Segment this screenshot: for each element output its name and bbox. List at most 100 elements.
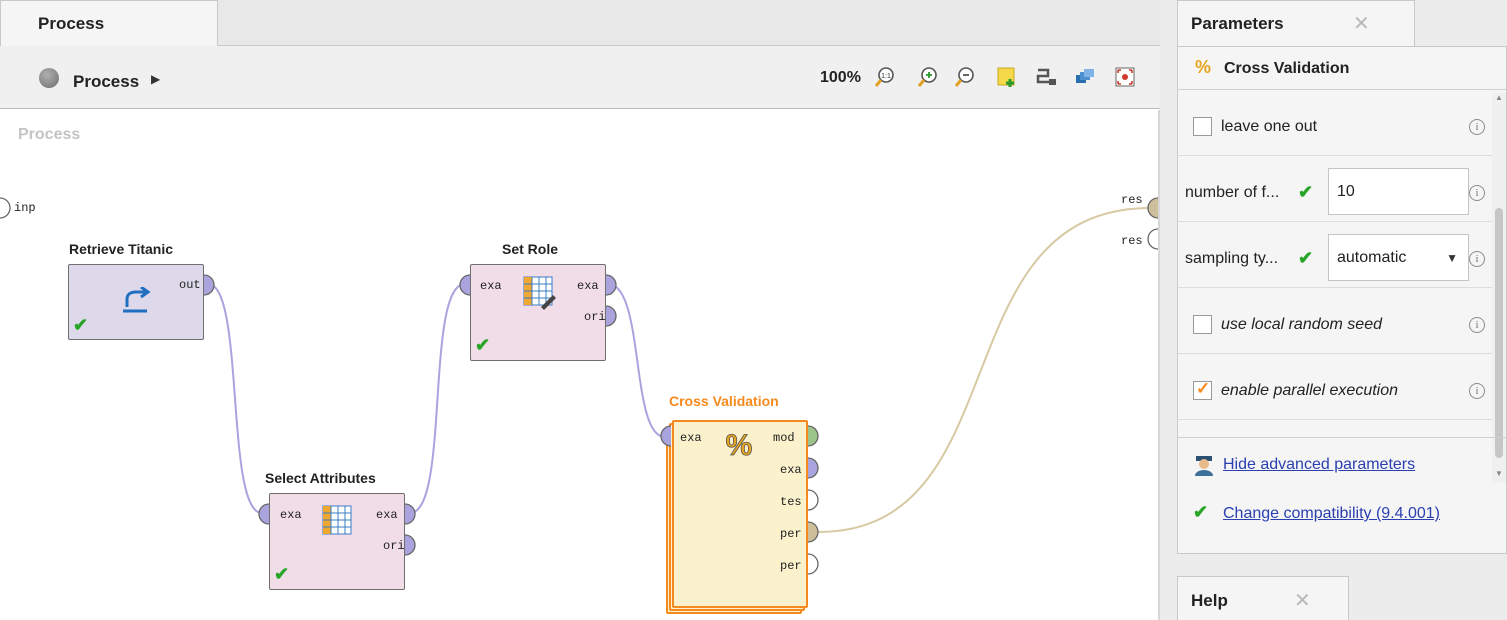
dropdown-arrow-icon: ▼: [1446, 251, 1458, 265]
change-compatibility-link[interactable]: Change compatibility (9.4.001): [1223, 505, 1440, 523]
info-icon[interactable]: i: [1469, 383, 1485, 399]
parameters-divider: [1178, 437, 1506, 438]
retrieve-icon: [123, 287, 151, 313]
operator-retrieve-titanic[interactable]: out ✔: [68, 264, 204, 340]
info-icon[interactable]: i: [1469, 119, 1485, 135]
breadcrumb-process[interactable]: Process: [73, 72, 139, 92]
parameters-panel: Parameters ✕ % Cross Validation leave on…: [1160, 0, 1507, 620]
process-output-label-2: res: [1121, 234, 1143, 248]
op-select-title: Select Attributes: [265, 470, 376, 486]
op-cv-port-out-1: mod: [773, 431, 795, 445]
use-local-random-seed-label: use local random seed: [1221, 316, 1382, 333]
percent-icon: %: [725, 429, 753, 460]
op-cv-out-port-mod[interactable]: [807, 425, 819, 447]
process-up-icon[interactable]: [39, 68, 59, 88]
process-canvas[interactable]: Process inp res res Retrieve Titanic out: [0, 110, 1160, 620]
op-setrole-out-port-2[interactable]: [605, 305, 617, 327]
zoom-level: 100%: [820, 69, 861, 86]
parameters-scrollbar[interactable]: ▲ ▼: [1492, 93, 1506, 483]
op-select-port-out-2: ori: [383, 539, 405, 553]
op-select-out-port-2[interactable]: [404, 534, 416, 556]
operator-cross-validation[interactable]: exa mod exa tes per per %: [672, 420, 808, 608]
op-retrieve-title: Retrieve Titanic: [69, 241, 174, 257]
parameters-operator-header: % Cross Validation: [1195, 57, 1495, 87]
percent-small-icon: %: [1195, 57, 1212, 77]
op-setrole-status-check-icon: ✔: [475, 335, 491, 355]
use-local-random-seed-checkbox[interactable]: [1193, 315, 1212, 334]
param-row-use-local-random-seed: use local random seed i: [1178, 288, 1492, 354]
process-output-port-2: [1147, 228, 1159, 250]
op-select-port-in: exa: [280, 508, 302, 522]
checkmark-icon: ✓: [1196, 379, 1211, 398]
zoom-reset-icon[interactable]: 1:1: [873, 65, 897, 89]
process-input-label: inp: [14, 201, 36, 215]
param-row-leave-one-out: leave one out i: [1178, 90, 1492, 156]
process-output-label-1: res: [1121, 193, 1143, 207]
op-select-in-port[interactable]: [258, 503, 270, 525]
connection-cv-to-result: [817, 207, 1151, 533]
zoom-out-icon[interactable]: [953, 65, 977, 89]
leave-one-out-checkbox[interactable]: [1193, 117, 1212, 136]
info-icon[interactable]: i: [1469, 185, 1485, 201]
op-cv-out-port-exa[interactable]: [807, 457, 819, 479]
op-select-status-check-icon: ✔: [274, 564, 290, 584]
process-output-port-1: [1147, 197, 1159, 219]
expert-user-icon: [1195, 456, 1213, 476]
tab-process-label: Process: [38, 14, 105, 33]
number-of-folds-input[interactable]: 10: [1328, 168, 1469, 215]
breadcrumb-arrow-icon[interactable]: ▶: [151, 72, 160, 86]
operator-set-role[interactable]: exa exa ori ✔: [470, 264, 606, 361]
tab-process[interactable]: Process: [0, 0, 218, 47]
op-cv-title: Cross Validation: [669, 393, 779, 409]
op-retrieve-status-check-icon: ✔: [73, 315, 89, 335]
info-icon[interactable]: i: [1469, 251, 1485, 267]
scroll-thumb[interactable]: [1495, 208, 1503, 458]
connections-layer: [0, 197, 1159, 533]
add-note-icon[interactable]: [995, 65, 1019, 89]
op-cv-in-port[interactable]: [660, 425, 672, 447]
operator-select-attributes[interactable]: exa exa ori ✔: [269, 493, 405, 590]
hide-advanced-parameters-link[interactable]: Hide advanced parameters: [1223, 456, 1415, 474]
scroll-down-icon[interactable]: ▼: [1495, 469, 1503, 478]
param-row-sampling-type: sampling ty... ✔ automatic ▼ i: [1178, 222, 1492, 288]
number-of-folds-value: 10: [1337, 183, 1355, 200]
op-retrieve-port-out: out: [179, 278, 201, 292]
op-cv-out-port-tes[interactable]: [807, 489, 819, 511]
number-of-folds-label: number of f...: [1185, 184, 1280, 201]
op-setrole-out-port-1[interactable]: [605, 274, 617, 296]
svg-text:%: %: [726, 429, 753, 460]
op-setrole-in-port[interactable]: [459, 274, 471, 296]
sampling-type-label: sampling ty...: [1185, 250, 1279, 267]
fit-to-window-icon[interactable]: [1113, 65, 1137, 89]
op-setrole-port-out-2: ori: [584, 310, 606, 324]
op-cv-port-out-4: per: [780, 527, 802, 541]
connection-select-to-setrole: [409, 283, 466, 514]
rapidminer-window: Process Process ▶ 100% 1:1 Process inp r…: [0, 0, 1507, 620]
tab-parameters[interactable]: Parameters ✕: [1177, 0, 1415, 47]
enable-parallel-execution-checkbox[interactable]: ✓: [1193, 379, 1212, 400]
close-help-icon[interactable]: ✕: [1294, 588, 1311, 613]
op-setrole-port-out-1: exa: [577, 279, 599, 293]
info-icon[interactable]: i: [1469, 317, 1485, 333]
op-cv-port-out-2: exa: [780, 463, 802, 477]
set-role-icon: [523, 276, 556, 310]
scroll-up-icon[interactable]: ▲: [1495, 93, 1503, 102]
tab-parameters-label: Parameters: [1191, 14, 1284, 33]
param-row-enable-parallel-execution: ✓ enable parallel execution i: [1178, 354, 1492, 420]
sampling-type-check-icon: ✔: [1298, 248, 1314, 268]
op-retrieve-out-port[interactable]: [203, 274, 215, 296]
sampling-type-select[interactable]: automatic ▼: [1328, 234, 1469, 281]
table-icon: [322, 505, 352, 535]
zoom-in-icon[interactable]: [916, 65, 940, 89]
leave-one-out-label: leave one out: [1221, 118, 1318, 135]
process-tabbar: Process: [0, 0, 1160, 47]
number-of-folds-check-icon: ✔: [1298, 182, 1314, 202]
op-cv-out-port-per-2[interactable]: [807, 553, 819, 575]
arrange-operators-icon[interactable]: [1073, 65, 1097, 89]
op-select-out-port-1[interactable]: [404, 503, 416, 525]
close-parameters-icon[interactable]: ✕: [1353, 11, 1370, 36]
auto-wire-icon[interactable]: [1034, 65, 1058, 89]
op-cv-out-port-per-1[interactable]: [807, 521, 819, 543]
tab-help[interactable]: Help ✕: [1177, 576, 1349, 620]
process-input-port: [0, 197, 11, 219]
